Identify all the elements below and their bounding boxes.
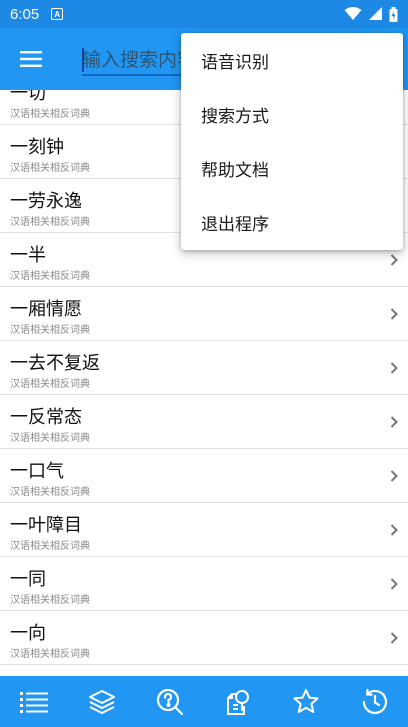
chevron-right-icon bbox=[390, 524, 398, 536]
nav-list-button[interactable] bbox=[0, 676, 68, 727]
chevron-right-icon bbox=[390, 362, 398, 374]
chevron-right-icon bbox=[390, 632, 398, 644]
menu-button[interactable] bbox=[0, 28, 62, 90]
item-subtitle: 汉语相关相反词典 bbox=[10, 649, 90, 660]
list-item[interactable]: 一同 汉语相关相反词典 bbox=[0, 557, 408, 611]
menu-item-search-mode[interactable]: 搜索方式 bbox=[181, 87, 403, 141]
list-item[interactable]: 一向 汉语相关相反词典 bbox=[0, 611, 408, 665]
nav-page-search-button[interactable] bbox=[204, 676, 272, 727]
layers-icon bbox=[89, 689, 115, 714]
item-subtitle: 汉语相关相反词典 bbox=[10, 541, 90, 552]
nav-search-help-button[interactable] bbox=[136, 676, 204, 727]
hamburger-menu-icon bbox=[20, 51, 42, 67]
chevron-right-icon bbox=[390, 308, 398, 320]
nav-history-button[interactable] bbox=[340, 676, 408, 727]
item-title: 一口气 bbox=[10, 461, 64, 482]
item-subtitle: 汉语相关相反词典 bbox=[10, 163, 90, 174]
item-title: 一反常态 bbox=[10, 407, 82, 428]
list-icon bbox=[20, 691, 48, 713]
item-title: 一刻钟 bbox=[10, 137, 64, 158]
list-item[interactable]: 一反常态 汉语相关相反词典 bbox=[0, 395, 408, 449]
chevron-right-icon bbox=[390, 416, 398, 428]
item-subtitle: 汉语相关相反词典 bbox=[10, 487, 90, 498]
list-item[interactable]: 一叶障目 汉语相关相反词典 bbox=[0, 503, 408, 557]
item-subtitle: 汉语相关相反词典 bbox=[10, 433, 90, 444]
item-title: 一向 bbox=[10, 623, 46, 644]
status-icons bbox=[344, 6, 398, 22]
text-cursor bbox=[82, 48, 84, 72]
item-subtitle: 汉语相关相反词典 bbox=[10, 595, 90, 606]
item-title: 一厢情愿 bbox=[10, 299, 82, 320]
item-title: 一半 bbox=[10, 245, 46, 266]
list-item[interactable]: 一厢情愿 汉语相关相反词典 bbox=[0, 287, 408, 341]
item-subtitle: 汉语相关相反词典 bbox=[10, 325, 90, 336]
item-subtitle: 汉语相关相反词典 bbox=[10, 379, 90, 390]
menu-item-help-docs[interactable]: 帮助文档 bbox=[181, 141, 403, 195]
item-subtitle: 汉语相关相反词典 bbox=[10, 217, 90, 228]
list-item[interactable]: 一去不复返 汉语相关相反词典 bbox=[0, 341, 408, 395]
item-title: 一同 bbox=[10, 569, 46, 590]
menu-item-voice-recognition[interactable]: 语音识别 bbox=[181, 33, 403, 87]
chevron-right-icon bbox=[390, 578, 398, 590]
item-title: 一劳永逸 bbox=[10, 191, 82, 212]
menu-item-exit[interactable]: 退出程序 bbox=[181, 195, 403, 249]
chevron-right-icon bbox=[390, 254, 398, 266]
status-time: 6:05 bbox=[10, 5, 40, 23]
overflow-menu: 语音识别 搜索方式 帮助文档 退出程序 bbox=[181, 33, 403, 250]
item-title: 一去不复返 bbox=[10, 353, 100, 374]
list-item[interactable]: 一口气 汉语相关相反词典 bbox=[0, 449, 408, 503]
item-subtitle: 汉语相关相反词典 bbox=[10, 271, 90, 282]
nav-layers-button[interactable] bbox=[68, 676, 136, 727]
star-icon bbox=[293, 689, 319, 713]
notification-a-icon: A bbox=[51, 8, 64, 20]
item-subtitle: 汉语相关相反词典 bbox=[10, 109, 90, 120]
chevron-right-icon bbox=[390, 470, 398, 482]
bottom-nav bbox=[0, 676, 408, 727]
cellular-signal-icon bbox=[369, 7, 382, 20]
history-icon bbox=[362, 688, 388, 714]
wifi-icon bbox=[344, 7, 362, 20]
item-title: 一切 bbox=[10, 90, 46, 104]
battery-icon bbox=[389, 6, 398, 22]
search-question-icon bbox=[156, 688, 184, 715]
page-search-icon bbox=[227, 689, 249, 715]
status-bar: 6:05 A bbox=[0, 0, 408, 28]
item-title: 一叶障目 bbox=[10, 515, 82, 536]
nav-favorites-button[interactable] bbox=[272, 676, 340, 727]
